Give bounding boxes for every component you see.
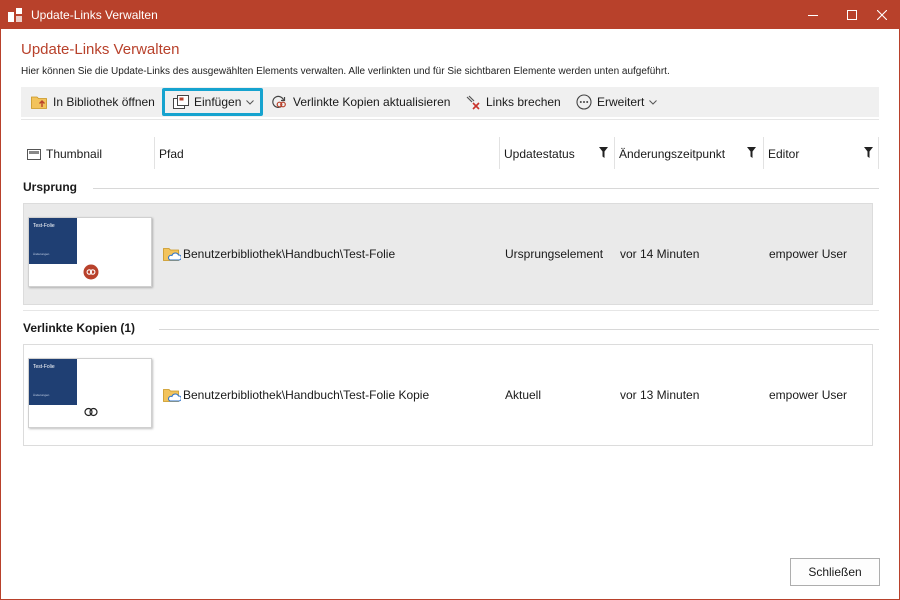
column-path-label: Pfad [159, 147, 184, 161]
column-header-modified[interactable]: Änderungszeitpunkt [619, 141, 725, 167]
cloud-folder-icon [163, 248, 181, 261]
advanced-label: Erweitert [597, 95, 645, 109]
folder-open-icon [31, 96, 47, 109]
advanced-dropdown-button[interactable]: Erweitert [576, 87, 658, 117]
column-header-update-status[interactable]: Updatestatus [504, 141, 575, 167]
column-separator[interactable] [614, 137, 615, 169]
chevron-down-icon [649, 99, 658, 105]
thumbnail-subtitle: Änderungen [33, 252, 50, 256]
cloud-folder-icon [163, 389, 181, 402]
minimize-icon [808, 15, 818, 16]
open-in-library-label: In Bibliothek öffnen [53, 95, 155, 109]
refresh-link-icon [272, 95, 286, 108]
modified-cell: vor 13 Minuten [620, 388, 700, 402]
insert-dropdown-button[interactable]: Einfügen [173, 87, 255, 117]
filter-icon[interactable] [864, 147, 873, 158]
thumbnail-title: Test-Folie [33, 223, 55, 229]
column-separator[interactable] [878, 137, 879, 169]
thumbnail-subtitle: Änderungen [33, 393, 50, 397]
title-bar[interactable]: Update-Links Verwalten [1, 1, 899, 29]
dialog-title: Update-Links Verwalten [21, 41, 180, 58]
thumbnail-title-area: Test-Folie Änderungen [29, 359, 77, 405]
maximize-button[interactable] [835, 1, 869, 29]
more-options-icon [576, 94, 592, 110]
path-text: Benutzerbibliothek\Handbuch\Test-Folie K… [183, 388, 430, 402]
dialog-window: Update-Links Verwalten Update-Links Verw… [0, 0, 900, 600]
status-cell: Aktuell [505, 388, 542, 402]
break-links-button[interactable]: Links brechen [465, 87, 561, 117]
break-links-label: Links brechen [486, 95, 561, 109]
path-cell: Benutzerbibliothek\Handbuch\Test-Folie [163, 204, 395, 304]
column-editor-label: Editor [768, 147, 800, 161]
link-icon [84, 407, 98, 417]
close-window-button[interactable] [865, 1, 899, 29]
column-header-editor[interactable]: Editor [768, 141, 799, 167]
close-button[interactable]: Schließen [790, 558, 880, 586]
column-header-path[interactable]: Pfad [159, 141, 184, 167]
filter-icon[interactable] [599, 147, 608, 158]
group-title-origin: Ursprung [23, 180, 77, 194]
app-icon [8, 8, 22, 22]
close-icon [877, 10, 887, 20]
editor-cell: empower User [769, 247, 848, 261]
insert-slide-icon [173, 94, 189, 109]
column-modified-label: Änderungszeitpunkt [619, 147, 726, 161]
column-header-thumbnail[interactable]: Thumbnail [27, 141, 102, 167]
group-divider [93, 188, 879, 189]
column-separator[interactable] [154, 137, 155, 169]
broken-link-icon [466, 95, 480, 110]
column-update-status-label: Updatestatus [504, 147, 575, 161]
column-separator[interactable] [499, 137, 500, 169]
column-thumbnail-label: Thumbnail [46, 147, 103, 161]
toolbar: In Bibliothek öffnen Einfügen Verlinkte … [21, 87, 879, 117]
thumbnail-title: Test-Folie [33, 364, 55, 370]
slide-thumbnail: Test-Folie Änderungen [28, 217, 152, 287]
table-row[interactable]: Test-Folie Änderungen Benutzerbibliothek… [23, 344, 873, 446]
editor-cell: empower User [769, 388, 848, 402]
path-cell: Benutzerbibliothek\Handbuch\Test-Folie K… [163, 345, 429, 445]
update-linked-copies-button[interactable]: Verlinkte Kopien aktualisieren [271, 87, 450, 117]
update-linked-copies-label: Verlinkte Kopien aktualisieren [293, 95, 451, 109]
filter-icon[interactable] [747, 147, 756, 158]
maximize-icon [847, 10, 857, 20]
thumbnail-title-area: Test-Folie Änderungen [29, 218, 77, 264]
toolbar-divider [21, 119, 879, 120]
dialog-description: Hier können Sie die Update-Links des aus… [21, 66, 670, 77]
status-cell: Ursprungselement [505, 247, 604, 261]
row-divider [23, 310, 879, 311]
insert-label: Einfügen [194, 95, 242, 109]
group-title-linked-copies: Verlinkte Kopien (1) [23, 321, 136, 335]
table-row[interactable]: Test-Folie Änderungen Benutzerbibliothek… [23, 203, 873, 305]
chevron-down-icon [246, 99, 255, 105]
modified-cell: vor 14 Minuten [620, 247, 700, 261]
origin-link-badge-icon [83, 264, 99, 280]
group-divider [159, 329, 879, 330]
path-text: Benutzerbibliothek\Handbuch\Test-Folie [183, 247, 396, 261]
minimize-button[interactable] [796, 1, 830, 29]
window-title: Update-Links Verwalten [31, 8, 158, 22]
image-icon [27, 148, 41, 160]
slide-thumbnail: Test-Folie Änderungen [28, 358, 152, 428]
open-in-library-button[interactable]: In Bibliothek öffnen [31, 87, 155, 117]
column-separator[interactable] [763, 137, 764, 169]
